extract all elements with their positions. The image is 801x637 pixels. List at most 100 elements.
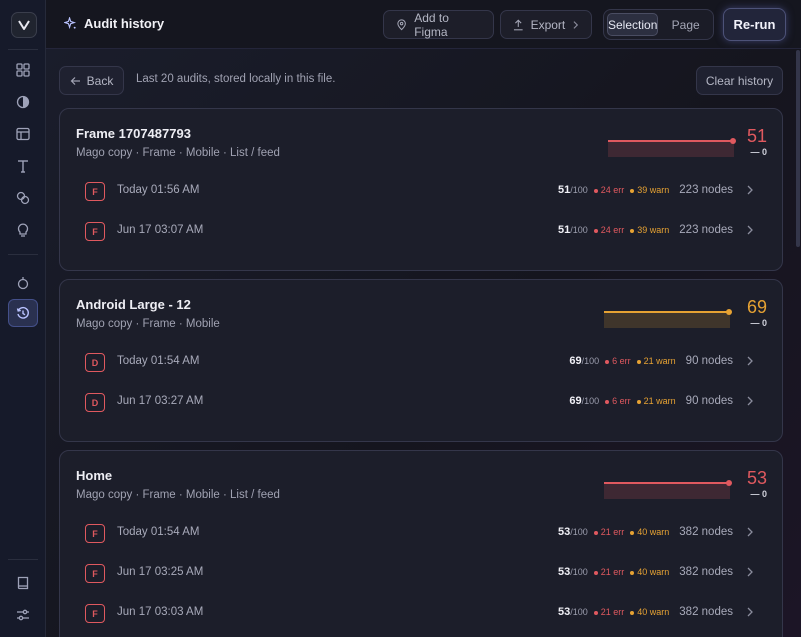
error-dot-icon: [605, 400, 610, 404]
chevron-right-icon[interactable]: [745, 354, 755, 368]
card-tags: Mago copy · Frame · Mobile: [76, 318, 220, 330]
error-count: 21 err: [600, 567, 625, 577]
settings-sliders-icon[interactable]: [8, 601, 38, 629]
app-logo-icon[interactable]: [11, 12, 37, 38]
error-count: 21 err: [600, 527, 625, 537]
error-dot-icon: [593, 229, 598, 233]
lightbulb-icon[interactable]: [8, 216, 38, 244]
run-date: Jun 17 03:03 AM: [117, 606, 204, 618]
chevron-right-icon[interactable]: [745, 183, 755, 197]
export-label: Export: [530, 17, 566, 32]
rail-divider: [8, 559, 38, 560]
audit-run-row[interactable]: F Jun 17 03:25 AM 53/100 21 err 40 warn 382 n…: [60, 553, 784, 593]
components-icon[interactable]: [8, 184, 38, 212]
chevron-right-icon[interactable]: [745, 565, 755, 579]
warning-count: 39 warn: [637, 185, 670, 195]
card-title[interactable]: Android Large - 12: [76, 297, 191, 312]
export-button[interactable]: Export: [500, 10, 592, 39]
run-date: Today 01:54 AM: [117, 526, 200, 538]
grid-icon[interactable]: [8, 56, 38, 84]
error-count: 24 err: [600, 185, 625, 195]
audit-run-row[interactable]: D Jun 17 03:27 AM 69/100 6 err 21 warn 90 nod…: [60, 382, 784, 422]
audit-card: Frame 1707487793 Mago copy · Frame · Mobi…: [59, 108, 783, 271]
add-to-figma-label: Add to Figma: [414, 10, 449, 39]
scope-selection-option[interactable]: Selection: [607, 13, 659, 36]
scope-page-option[interactable]: Page: [661, 13, 710, 36]
run-score-max: /100: [570, 607, 588, 617]
audit-run-row[interactable]: D Today 01:54 AM 69/100 6 err 21 warn 90 node…: [60, 342, 784, 382]
node-count: 223 nodes: [679, 224, 733, 236]
audit-run-row[interactable]: F Today 01:54 AM 53/100 21 err 40 warn 382 no…: [60, 513, 784, 553]
arrow-left-icon: [70, 76, 80, 85]
warning-count: 40 warn: [637, 607, 670, 617]
layout-icon[interactable]: [8, 120, 38, 148]
run-score-max: /100: [570, 527, 588, 537]
timer-icon[interactable]: [8, 269, 38, 297]
error-dot-icon: [605, 360, 610, 364]
node-count: 382 nodes: [679, 606, 733, 618]
header: Audit history Add to Figma Export Select…: [46, 0, 801, 49]
chevron-right-icon[interactable]: [745, 223, 755, 237]
page-title-group: Audit history: [64, 16, 164, 31]
audit-run-row[interactable]: F Today 01:56 AM 51/100 24 err 39 warn 223 no…: [60, 171, 784, 211]
rerun-button[interactable]: Re-run: [723, 8, 786, 41]
audit-run-row[interactable]: F Jun 17 03:03 AM 53/100 21 err 40 warn 382 n…: [60, 593, 784, 633]
rail-divider: [8, 254, 38, 255]
add-to-figma-button[interactable]: Add to Figma: [383, 10, 494, 39]
run-date: Jun 17 03:27 AM: [117, 395, 204, 407]
history-note: Last 20 audits, stored locally in this f…: [136, 73, 336, 85]
score-delta: — 0: [750, 318, 767, 328]
history-icon[interactable]: [8, 299, 38, 327]
run-score-max: /100: [570, 225, 588, 235]
card-title[interactable]: Home: [76, 468, 112, 483]
card-score: 53: [746, 468, 767, 488]
warning-dot-icon: [630, 229, 635, 233]
chevron-right-icon[interactable]: [745, 394, 755, 408]
run-stats: 53/100 21 err 40 warn 382 nodes: [558, 606, 733, 618]
contrast-icon[interactable]: [8, 88, 38, 116]
node-count: 382 nodes: [679, 566, 733, 578]
back-label: Back: [86, 73, 114, 88]
card-tags: Mago copy · Frame · Mobile · List / feed: [76, 489, 280, 501]
score-delta: — 0: [750, 147, 767, 157]
scrollbar-thumb[interactable]: [796, 50, 800, 247]
back-button[interactable]: Back: [59, 66, 124, 95]
grade-badge: D: [85, 393, 105, 412]
clear-history-button[interactable]: Clear history: [696, 66, 783, 95]
audit-run-row[interactable]: F Jun 17 03:07 AM 51/100 24 err 39 warn 223 n…: [60, 211, 784, 251]
typography-icon[interactable]: [8, 152, 38, 180]
node-count: 90 nodes: [685, 355, 733, 367]
run-date: Today 01:54 AM: [117, 355, 200, 367]
run-score: 53: [557, 526, 571, 538]
warning-dot-icon: [630, 611, 635, 615]
warning-dot-icon: [630, 571, 635, 575]
node-count: 90 nodes: [685, 395, 733, 407]
rail-divider: [8, 49, 38, 50]
chevron-right-icon[interactable]: [745, 605, 755, 619]
score-trend-sparkline: [608, 138, 736, 157]
run-score: 51: [557, 224, 571, 236]
book-icon[interactable]: [8, 569, 38, 597]
run-date: Today 01:56 AM: [117, 184, 200, 196]
run-score: 53: [557, 566, 571, 578]
card-title[interactable]: Frame 1707487793: [76, 126, 191, 141]
run-stats: 51/100 24 err 39 warn 223 nodes: [558, 224, 733, 236]
node-count: 223 nodes: [679, 184, 733, 196]
error-count: 6 err: [612, 396, 631, 406]
grade-badge: F: [85, 564, 105, 583]
map-pin-icon: [397, 18, 406, 30]
audit-card: Home Mago copy · Frame · Mobile · List / …: [59, 450, 783, 637]
grade-badge: F: [85, 182, 105, 201]
sparkle-icon: [64, 17, 77, 30]
run-stats: 69/100 6 err 21 warn 90 nodes: [569, 395, 733, 407]
grade-badge: F: [85, 604, 105, 623]
error-count: 6 err: [612, 356, 631, 366]
error-dot-icon: [593, 189, 598, 193]
chevron-right-icon[interactable]: [745, 525, 755, 539]
sidebar-rail: [0, 0, 46, 637]
warning-count: 39 warn: [637, 225, 670, 235]
run-score-max: /100: [570, 567, 588, 577]
card-score: 51: [746, 126, 767, 146]
grade-badge: F: [85, 524, 105, 543]
card-tags: Mago copy · Frame · Mobile · List / feed: [76, 147, 280, 159]
